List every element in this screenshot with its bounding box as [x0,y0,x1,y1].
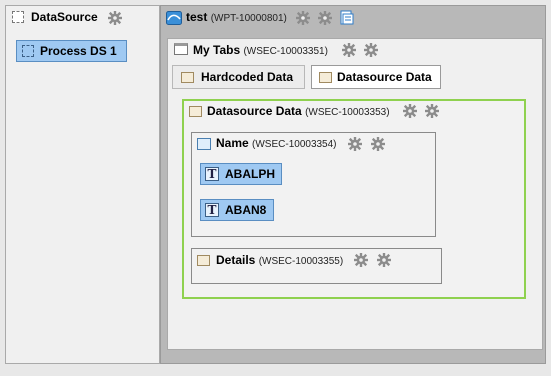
page-title-id: (WPT-10000801) [210,13,287,24]
gear-icon[interactable] [377,253,391,267]
details-section-title-text: Details [216,253,256,267]
my-tabs-id: (WSEC-10003351) [243,46,328,57]
details-section-id: (WSEC-10003355) [258,256,344,267]
field-abalph[interactable]: T ABALPH [200,163,282,185]
field-label: ABAN8 [225,203,267,217]
gear-icon[interactable] [108,11,122,25]
process-ds-item[interactable]: Process DS 1 [16,40,127,62]
tab-datasource-data[interactable]: Datasource Data [311,65,441,89]
datasource-section-id: (WSEC-10003353) [305,107,390,118]
section-icon [189,106,202,117]
section-icon [181,72,194,83]
tablet-icon[interactable] [339,10,355,26]
name-section-id: (WSEC-10003354) [252,139,337,150]
gear-icon[interactable] [318,11,332,25]
section-icon [319,72,332,83]
name-section-title-text: Name [216,136,249,150]
field-aban8[interactable]: T ABAN8 [200,199,274,221]
my-tabs-title: My Tabs (WSEC-10003351) [193,43,328,57]
tabs-icon [174,43,188,55]
page-title: test (WPT-10000801) [186,10,287,24]
gear-icon[interactable] [342,43,356,57]
field-label: ABALPH [225,167,275,181]
tab-hardcoded-data[interactable]: Hardcoded Data [172,65,305,89]
process-icon [22,45,34,57]
gear-icon[interactable] [354,253,368,267]
datasource-section-title-text: Datasource Data [207,104,302,118]
gear-icon[interactable] [425,104,439,118]
name-section-title: Name (WSEC-10003354) [216,136,337,150]
my-tabs-title-text: My Tabs [193,43,241,57]
page-title-text: test [186,10,208,24]
gear-icon[interactable] [348,137,362,151]
text-field-icon: T [205,167,219,181]
datasource-title: DataSource [31,10,98,24]
form-icon [197,138,211,150]
gear-icon[interactable] [364,43,378,57]
tab-label: Datasource Data [337,70,432,84]
gear-icon[interactable] [296,11,310,25]
text-field-icon: T [205,203,219,217]
datasource-section-title: Datasource Data (WSEC-10003353) [207,104,390,118]
process-ds-label: Process DS 1 [40,44,117,58]
section-icon [197,255,210,266]
gear-icon[interactable] [371,137,385,151]
datasource-icon [12,11,24,23]
page-icon [166,11,182,25]
details-section-title: Details (WSEC-10003355) [216,253,343,267]
tab-label: Hardcoded Data [201,70,294,84]
gear-icon[interactable] [403,104,417,118]
